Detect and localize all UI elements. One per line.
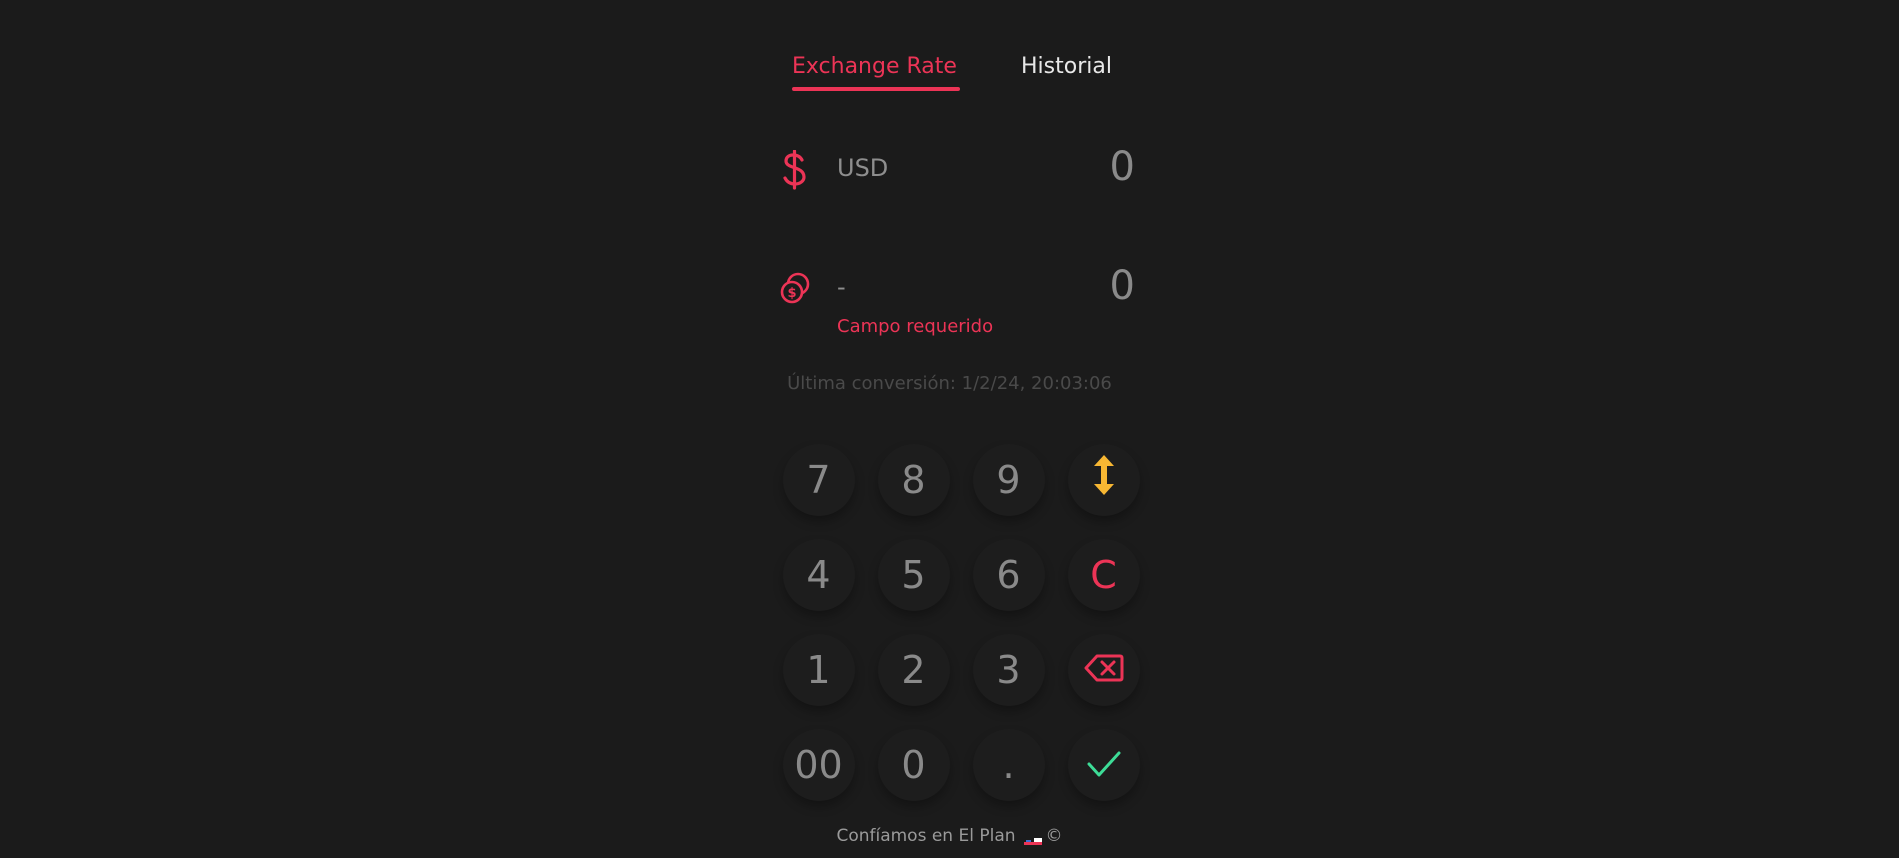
swap-vertical-icon — [1092, 454, 1116, 505]
key-4[interactable]: 4 — [782, 538, 855, 611]
target-currency-row: $ - 0 — [775, 259, 1135, 319]
key-decimal[interactable]: . — [972, 728, 1045, 801]
key-00[interactable]: 00 — [782, 728, 855, 801]
backspace-icon — [1084, 648, 1124, 692]
source-currency-row: USD 0 — [775, 140, 1135, 200]
svg-text:$: $ — [787, 286, 796, 301]
clear-button[interactable]: C — [1067, 538, 1140, 611]
swap-currencies-button[interactable] — [1067, 443, 1140, 516]
key-2[interactable]: 2 — [877, 633, 950, 706]
exchange-app: Exchange Rate Historial USD 0 $ - 0 Camp… — [0, 0, 1899, 858]
tab-historial[interactable]: Historial — [1021, 50, 1112, 84]
confirm-button[interactable] — [1067, 728, 1140, 801]
active-tab-indicator — [792, 87, 960, 91]
key-0[interactable]: 0 — [877, 728, 950, 801]
key-5[interactable]: 5 — [877, 538, 950, 611]
copyright-symbol: © — [1045, 826, 1063, 846]
tab-bar: Exchange Rate Historial — [0, 0, 1899, 100]
required-field-error: Campo requerido — [837, 316, 994, 337]
dollar-icon — [775, 140, 815, 200]
tab-exchange-rate[interactable]: Exchange Rate — [792, 50, 957, 84]
keypad: 7 8 9 4 5 6 C 1 2 3 00 0 . — [771, 432, 1151, 812]
backspace-button[interactable] — [1067, 633, 1140, 706]
key-6[interactable]: 6 — [972, 538, 1045, 611]
source-currency-select[interactable]: USD — [837, 154, 888, 182]
source-amount[interactable]: 0 — [1110, 144, 1135, 190]
key-1[interactable]: 1 — [782, 633, 855, 706]
footer: Confíamos en El Plan © — [0, 826, 1899, 846]
flag-icon — [1023, 831, 1042, 845]
check-icon — [1087, 743, 1121, 787]
footer-text: Confíamos en El Plan — [836, 826, 1016, 846]
target-amount[interactable]: 0 — [1110, 263, 1135, 309]
coins-icon: $ — [775, 259, 815, 319]
key-8[interactable]: 8 — [877, 443, 950, 516]
last-conversion-timestamp: Última conversión: 1/2/24, 20:03:06 — [787, 373, 1112, 394]
key-9[interactable]: 9 — [972, 443, 1045, 516]
key-3[interactable]: 3 — [972, 633, 1045, 706]
key-7[interactable]: 7 — [782, 443, 855, 516]
target-currency-select[interactable]: - — [837, 273, 846, 301]
